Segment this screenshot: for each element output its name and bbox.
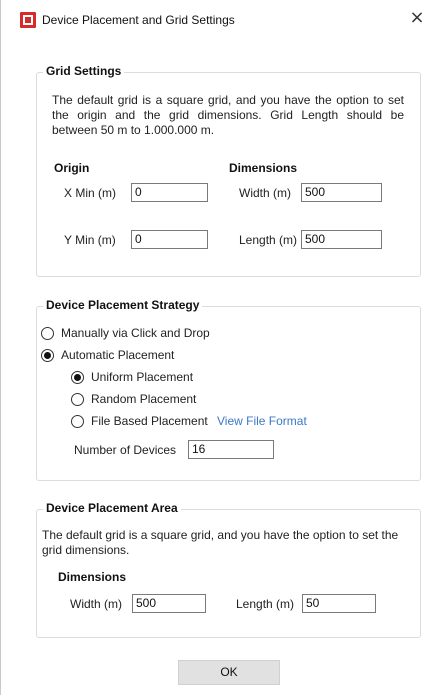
automatic-placement-label[interactable]: Automatic Placement	[61, 348, 174, 362]
file-placement-radio[interactable]	[71, 415, 84, 428]
placement-strategy-title: Device Placement Strategy	[43, 298, 203, 312]
area-width-label: Width (m)	[70, 597, 122, 611]
grid-settings-description: The default grid is a square grid, and y…	[52, 93, 404, 137]
app-logo-icon	[20, 12, 36, 28]
automatic-placement-radio[interactable]	[41, 349, 54, 362]
ok-button[interactable]: OK	[178, 660, 280, 685]
origin-heading: Origin	[54, 161, 90, 175]
y-min-label: Y Min (m)	[64, 233, 116, 247]
num-devices-input[interactable]: 16	[188, 440, 274, 459]
close-icon[interactable]: ×	[406, 8, 428, 30]
manual-placement-radio[interactable]	[41, 327, 54, 340]
random-placement-label[interactable]: Random Placement	[91, 392, 196, 406]
title-bar: Device Placement and Grid Settings ×	[1, 0, 435, 40]
x-min-input[interactable]: 0	[131, 183, 208, 202]
grid-settings-group: Grid Settings The default grid is a squa…	[36, 64, 421, 277]
area-length-input[interactable]: 50	[302, 594, 376, 613]
placement-area-group: Device Placement Area The default grid i…	[36, 501, 421, 638]
uniform-placement-label[interactable]: Uniform Placement	[91, 370, 193, 384]
x-min-label: X Min (m)	[64, 186, 116, 200]
manual-placement-label[interactable]: Manually via Click and Drop	[61, 326, 210, 340]
length-label: Length (m)	[239, 233, 298, 247]
area-dimensions-heading: Dimensions	[58, 570, 127, 584]
width-input[interactable]: 500	[301, 183, 382, 202]
length-input[interactable]: 500	[301, 230, 382, 249]
file-placement-label[interactable]: File Based Placement	[91, 414, 208, 428]
placement-area-title: Device Placement Area	[43, 501, 181, 515]
dialog-window: Device Placement and Grid Settings × Gri…	[0, 0, 435, 695]
grid-settings-title: Grid Settings	[43, 64, 125, 78]
area-length-label: Length (m)	[236, 597, 295, 611]
random-placement-radio[interactable]	[71, 393, 84, 406]
area-width-input[interactable]: 500	[132, 594, 206, 613]
dimensions-heading: Dimensions	[229, 161, 298, 175]
placement-area-description: The default grid is a square grid, and y…	[42, 528, 399, 557]
y-min-input[interactable]: 0	[131, 230, 208, 249]
placement-strategy-group: Device Placement Strategy Manually via C…	[36, 298, 421, 481]
window-title: Device Placement and Grid Settings	[42, 13, 235, 27]
view-file-format-link[interactable]: View File Format	[217, 414, 307, 428]
width-label: Width (m)	[239, 186, 291, 200]
num-devices-label: Number of Devices	[74, 443, 177, 457]
uniform-placement-radio[interactable]	[71, 371, 84, 384]
